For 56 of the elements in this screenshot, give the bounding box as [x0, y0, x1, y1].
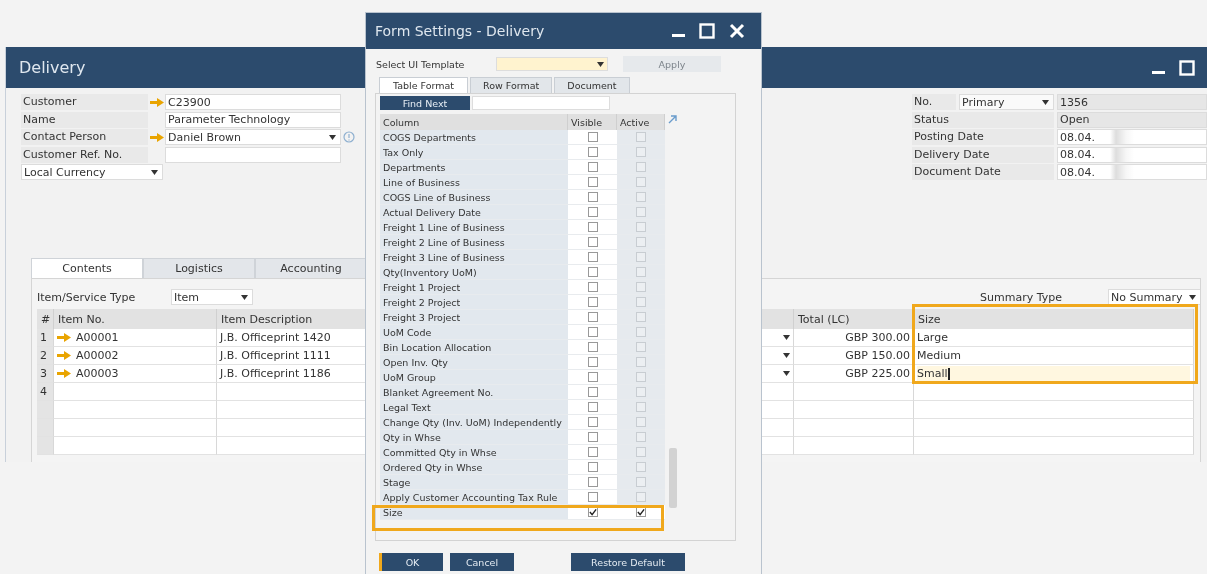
- column-name: UoM Code: [383, 326, 432, 338]
- column-name: UoM Group: [383, 371, 436, 383]
- field-label: Contact Person: [21, 129, 148, 145]
- table-cell: GBP 150.00: [794, 347, 914, 365]
- item-number: A00003: [76, 367, 119, 380]
- column-name: Qty(Inventory UoM): [383, 266, 477, 278]
- column-name: Blanket Agreement No.: [383, 386, 494, 398]
- table-cell: GBP 300.00: [794, 329, 914, 347]
- column-name: Freight 3 Project: [383, 311, 461, 323]
- table-cell: Medium: [914, 347, 1194, 365]
- column-name: COGS Departments: [383, 131, 476, 143]
- column-name: Legal Text: [383, 401, 431, 413]
- table-cell: 3: [37, 365, 54, 383]
- field-label: No.: [912, 94, 956, 110]
- table-cell: 4: [37, 383, 54, 401]
- table-cell: 2: [37, 347, 54, 365]
- field-label: Name: [21, 111, 148, 128]
- column-name: Freight 1 Project: [383, 281, 461, 293]
- column-name: Size: [383, 506, 403, 518]
- column-name: Freight 1 Line of Business: [383, 221, 505, 233]
- column-name: Change Qty (Inv. UoM) Independently: [383, 416, 562, 428]
- column-header: Active: [620, 116, 650, 128]
- table-cell: 1: [37, 329, 54, 347]
- input-field: Open: [1057, 111, 1207, 128]
- input-field: 1356: [1057, 94, 1207, 110]
- column-header: Visible: [571, 116, 603, 128]
- table-cell: GBP 225.00: [794, 365, 914, 383]
- column-name: Committed Qty in Whse: [383, 446, 497, 458]
- table-cell: Large: [914, 329, 1194, 347]
- column-name: Freight 3 Line of Business: [383, 251, 505, 263]
- window-title: Delivery: [19, 58, 86, 77]
- field-label: Summary Type: [980, 290, 1063, 304]
- field-label: Customer: [21, 94, 148, 110]
- column-name: Line of Business: [383, 176, 460, 188]
- column-name: Tax Only: [383, 146, 424, 158]
- column-name: Actual Delivery Date: [383, 206, 481, 218]
- column-name: Freight 2 Line of Business: [383, 236, 505, 248]
- column-name: Open Inv. Qty: [383, 356, 448, 368]
- field-label: Document Date: [912, 164, 1054, 180]
- column-name: Qty in Whse: [383, 431, 441, 443]
- item-number: A00002: [76, 349, 119, 362]
- item-number: A00001: [76, 331, 119, 344]
- column-name: Freight 2 Project: [383, 296, 461, 308]
- field-label: Customer Ref. No.: [21, 146, 148, 163]
- window-title: Form Settings - Delivery: [375, 23, 545, 39]
- column-name: Ordered Qty in Whse: [383, 461, 483, 473]
- field-label: Select UI Template: [376, 58, 466, 70]
- column-name: Stage: [383, 476, 411, 488]
- field-label: Status: [912, 111, 1054, 128]
- column-header: Column: [383, 116, 420, 128]
- field-label: Delivery Date: [912, 146, 1054, 163]
- column-name: Apply Customer Accounting Tax Rule: [383, 491, 558, 503]
- field-label: Posting Date: [912, 129, 1054, 145]
- field-label: Item/Service Type: [37, 290, 137, 304]
- column-name: Departments: [383, 161, 446, 173]
- column-name: COGS Line of Business: [383, 191, 491, 203]
